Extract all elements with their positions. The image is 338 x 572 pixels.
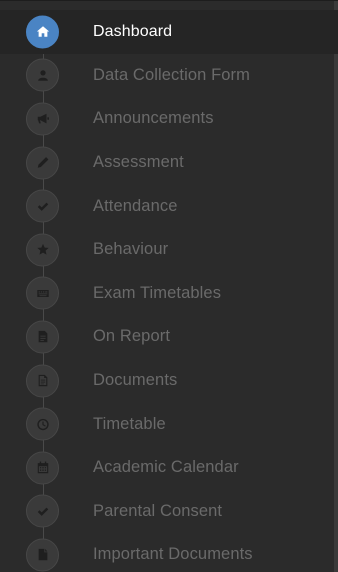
sidebar-item-label: On Report xyxy=(93,327,171,346)
checkmark-icon xyxy=(26,494,59,528)
sidebar-item-documents[interactable]: Documents xyxy=(0,359,338,403)
sidebar-item-label: Academic Calendar xyxy=(93,458,239,477)
bullhorn-icon xyxy=(26,102,59,136)
sidebar-item-academic-calendar[interactable]: Academic Calendar xyxy=(0,446,338,490)
calendar-icon xyxy=(26,451,59,485)
sidebar-item-assessment[interactable]: Assessment xyxy=(0,141,338,185)
sidebar-item-exam-timetables[interactable]: Exam Timetables xyxy=(0,272,338,316)
sidebar-item-label: Timetable xyxy=(93,414,166,433)
sidebar-item-label: Documents xyxy=(93,371,178,390)
sidebar-item-label: Behaviour xyxy=(93,240,169,259)
sidebar-nav: Dashboard Data Collection Form Announcem… xyxy=(0,0,338,572)
sidebar-item-label: Announcements xyxy=(93,109,214,128)
sidebar-item-on-report[interactable]: On Report xyxy=(0,315,338,359)
sidebar-item-behaviour[interactable]: Behaviour xyxy=(0,228,338,272)
keyboard-icon xyxy=(26,276,59,310)
pencil-icon xyxy=(26,146,59,180)
user-icon xyxy=(26,58,59,92)
sidebar-menu: Dashboard Data Collection Form Announcem… xyxy=(0,1,338,572)
file-icon xyxy=(26,538,59,572)
sidebar-item-important-documents[interactable]: Important Documents xyxy=(0,533,338,572)
report-file-icon xyxy=(26,320,59,354)
sidebar-item-label: Exam Timetables xyxy=(93,283,222,302)
home-icon xyxy=(26,15,59,49)
checkmark-icon xyxy=(26,189,59,223)
sidebar-item-parental-consent[interactable]: Parental Consent xyxy=(0,490,338,534)
sidebar-item-announcements[interactable]: Announcements xyxy=(0,97,338,141)
star-icon xyxy=(26,233,59,267)
sidebar-item-label: Dashboard xyxy=(93,22,173,40)
clock-icon xyxy=(26,407,59,441)
sidebar-item-dashboard[interactable]: Dashboard xyxy=(0,10,338,54)
sidebar-item-attendance[interactable]: Attendance xyxy=(0,184,338,228)
sidebar-item-label: Attendance xyxy=(93,196,178,215)
sidebar-item-label: Parental Consent xyxy=(93,501,223,520)
sidebar-item-timetable[interactable]: Timetable xyxy=(0,402,338,446)
document-icon xyxy=(26,364,59,398)
sidebar-item-label: Important Documents xyxy=(93,545,253,564)
sidebar-item-label: Assessment xyxy=(93,153,184,172)
sidebar-item-data-collection-form[interactable]: Data Collection Form xyxy=(0,54,338,98)
sidebar-item-label: Data Collection Form xyxy=(93,65,250,84)
